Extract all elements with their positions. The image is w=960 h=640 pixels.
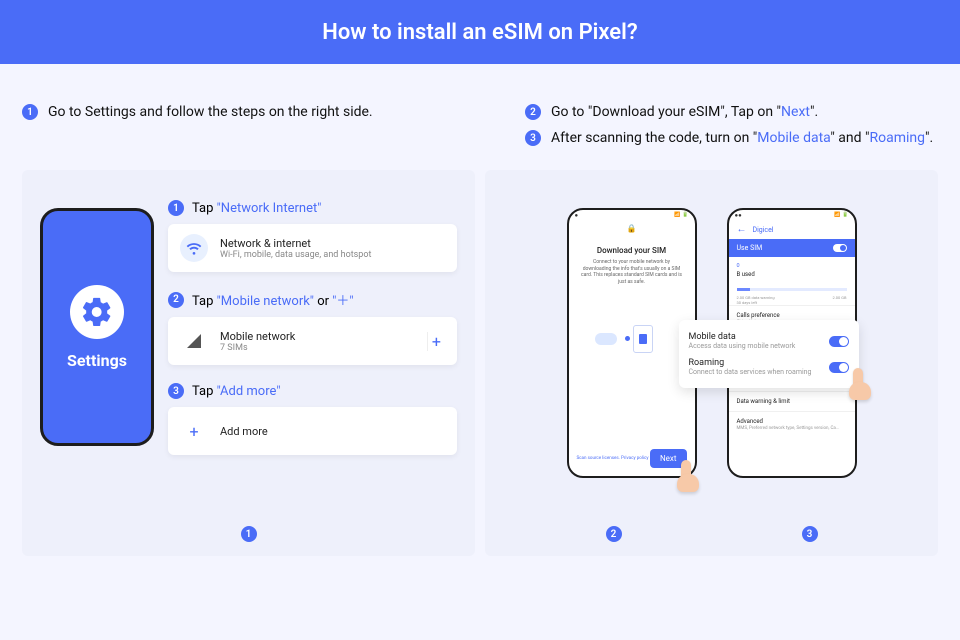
roaming-row[interactable]: Roaming Connect to data services when ro… xyxy=(689,354,849,380)
substep-badge: 3 xyxy=(168,383,184,399)
advanced-row[interactable]: Advanced MMS, Preferred network type, Se… xyxy=(729,411,855,437)
card-subtitle: Wi-Fi, mobile, data usage, and hotspot xyxy=(220,250,371,260)
lock-icon: 🔒 xyxy=(627,224,637,234)
highlight-next: Next xyxy=(781,104,810,120)
mobile-data-row[interactable]: Mobile data Access data using mobile net… xyxy=(689,328,849,354)
download-sim-phone: ●📶🔋 🔒 Download your SIM Connect to your … xyxy=(567,208,697,478)
settings-label: Settings xyxy=(67,351,127,370)
next-button[interactable]: Next xyxy=(650,449,687,468)
substep-3: 3 Tap "Add more" + Add more xyxy=(168,383,457,455)
wifi-icon xyxy=(180,234,208,262)
sim-card-icon xyxy=(633,325,653,353)
intro-step-3-text: After scanning the code, turn on "Mobile… xyxy=(551,130,933,146)
toggles-popout: Mobile data Access data using mobile net… xyxy=(679,320,859,388)
download-sim-subtitle: Connect to your mobile network by downlo… xyxy=(577,259,687,285)
usage-label: B used xyxy=(737,271,847,278)
usage-zero: 0 xyxy=(737,263,847,269)
settings-phone-mock: Settings xyxy=(40,208,154,446)
data-warning-row[interactable]: Data warning & limit xyxy=(729,391,855,411)
back-bar[interactable]: ← Digicel xyxy=(729,220,855,239)
step-number-badge: 2 xyxy=(525,104,541,120)
substep-badge: 2 xyxy=(168,292,184,308)
highlight-mobile-data: Mobile data xyxy=(757,130,830,146)
intro-step-3: 3 After scanning the code, turn on "Mobi… xyxy=(525,130,938,146)
panels: Settings 1 Tap "Network Internet" Networ… xyxy=(0,170,960,556)
intro-step-2: 2 Go to "Download your eSIM", Tap on "Ne… xyxy=(525,104,938,120)
roaming-sub: Connect to data services when roaming xyxy=(689,368,812,376)
substep-badge: 1 xyxy=(168,200,184,216)
add-more-card[interactable]: + Add more xyxy=(168,407,457,455)
highlight-roaming: Roaming xyxy=(869,130,925,146)
intro-step-1-text: Go to Settings and follow the steps on t… xyxy=(48,104,373,120)
card-title: Mobile network xyxy=(220,330,295,343)
intro-instructions: 1 Go to Settings and follow the steps on… xyxy=(0,64,960,170)
step-number-badge: 1 xyxy=(22,104,38,120)
mobile-network-card[interactable]: Mobile network 7 SIMs + xyxy=(168,317,457,365)
card-subtitle: 7 SIMs xyxy=(220,343,295,353)
gear-icon xyxy=(70,285,124,339)
signal-icon xyxy=(180,327,208,355)
carrier-name: Digicel xyxy=(753,226,774,234)
page-header: How to install an eSIM on Pixel? xyxy=(0,0,960,64)
panel-2: ●📶🔋 🔒 Download your SIM Connect to your … xyxy=(485,170,938,556)
sim-illustration xyxy=(585,303,679,363)
intro-step-1: 1 Go to Settings and follow the steps on… xyxy=(22,104,435,120)
plus-icon: + xyxy=(180,417,208,445)
status-bar: ●📶🔋 xyxy=(569,210,695,220)
card-title: Network & internet xyxy=(220,237,371,250)
panel-number-badge: 1 xyxy=(241,526,257,542)
roaming-title: Roaming xyxy=(689,358,812,368)
status-bar: ●●📶🔋 xyxy=(729,210,855,220)
toggle-on-icon[interactable] xyxy=(833,244,847,252)
page-title: How to install an eSIM on Pixel? xyxy=(322,20,637,45)
use-sim-row[interactable]: Use SIM xyxy=(729,239,855,257)
mobile-data-sub: Access data using mobile network xyxy=(689,342,796,350)
mobile-data-title: Mobile data xyxy=(689,332,796,342)
sim-settings-phone: ●●📶🔋 ← Digicel Use SIM 0 B used xyxy=(727,208,857,478)
toggle-on-icon[interactable] xyxy=(829,362,849,373)
network-internet-card[interactable]: Network & internet Wi-Fi, mobile, data u… xyxy=(168,224,457,272)
back-arrow-icon[interactable]: ← xyxy=(737,224,747,235)
intro-step-2-text: Go to "Download your eSIM", Tap on "Next… xyxy=(551,104,818,120)
footer-links[interactable]: Scan source licenses. Privacy policy xyxy=(577,456,649,461)
substep-1: 1 Tap "Network Internet" Network & inter… xyxy=(168,200,457,272)
card-title: Add more xyxy=(220,425,268,438)
usage-bar xyxy=(737,288,847,291)
substep-2: 2 Tap "Mobile network" or "＋" Mobile net… xyxy=(168,290,457,365)
step-number-badge: 3 xyxy=(525,130,541,146)
panel-number-badge: 3 xyxy=(802,526,818,542)
cloud-icon xyxy=(595,333,617,345)
toggle-on-icon[interactable] xyxy=(829,336,849,347)
panel-1: Settings 1 Tap "Network Internet" Networ… xyxy=(22,170,475,556)
plus-icon[interactable]: + xyxy=(427,332,445,351)
panel-number-badge: 2 xyxy=(606,526,622,542)
download-sim-title: Download your SIM xyxy=(577,246,687,255)
